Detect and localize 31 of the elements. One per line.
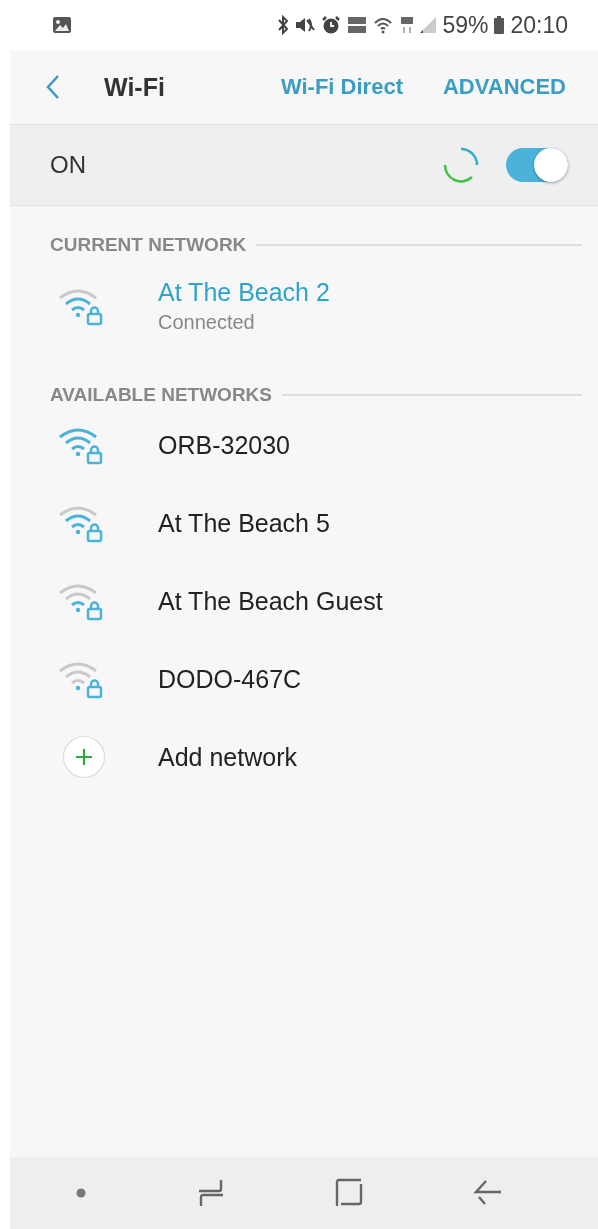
add-icon	[62, 735, 106, 779]
network-name: ORB-32030	[158, 430, 291, 460]
signal-icon	[419, 15, 438, 35]
battery-icon	[493, 15, 506, 35]
back-icon[interactable]	[46, 74, 60, 100]
network-name: At The Beach 5	[158, 508, 330, 538]
section-heading: AVAILABLE NETWORKS	[50, 384, 272, 406]
network-item[interactable]: DODO-467C	[10, 640, 598, 718]
loading-spinner-icon	[442, 146, 480, 184]
home-icon[interactable]	[335, 1178, 363, 1208]
network-item[interactable]: At The Beach 5	[10, 484, 598, 562]
dot-icon[interactable]	[75, 1187, 87, 1199]
wifi-toggle[interactable]	[506, 148, 568, 182]
mute-icon	[294, 15, 317, 35]
battery-percent: 59%	[442, 11, 489, 39]
network-name: DODO-467C	[158, 664, 302, 694]
recent-apps-icon[interactable]	[197, 1178, 225, 1208]
bluetooth-icon	[277, 15, 290, 35]
add-network-label: Add network	[158, 742, 297, 772]
network-item[interactable]: At The Beach Guest	[10, 562, 598, 640]
network-status: Connected	[158, 311, 256, 334]
add-network-item[interactable]: Add network	[10, 718, 598, 796]
network-item[interactable]: ORB-32030	[10, 406, 598, 484]
alarm-icon	[321, 15, 342, 35]
gallery-icon	[52, 16, 72, 34]
section-heading: CURRENT NETWORK	[50, 234, 247, 256]
screen-title: Wi-Fi	[104, 72, 165, 102]
switch-label: ON	[50, 151, 86, 179]
network-name: At The Beach 2	[158, 278, 330, 307]
network-name: At The Beach Guest	[158, 586, 383, 616]
clock: 20:10	[510, 11, 568, 39]
